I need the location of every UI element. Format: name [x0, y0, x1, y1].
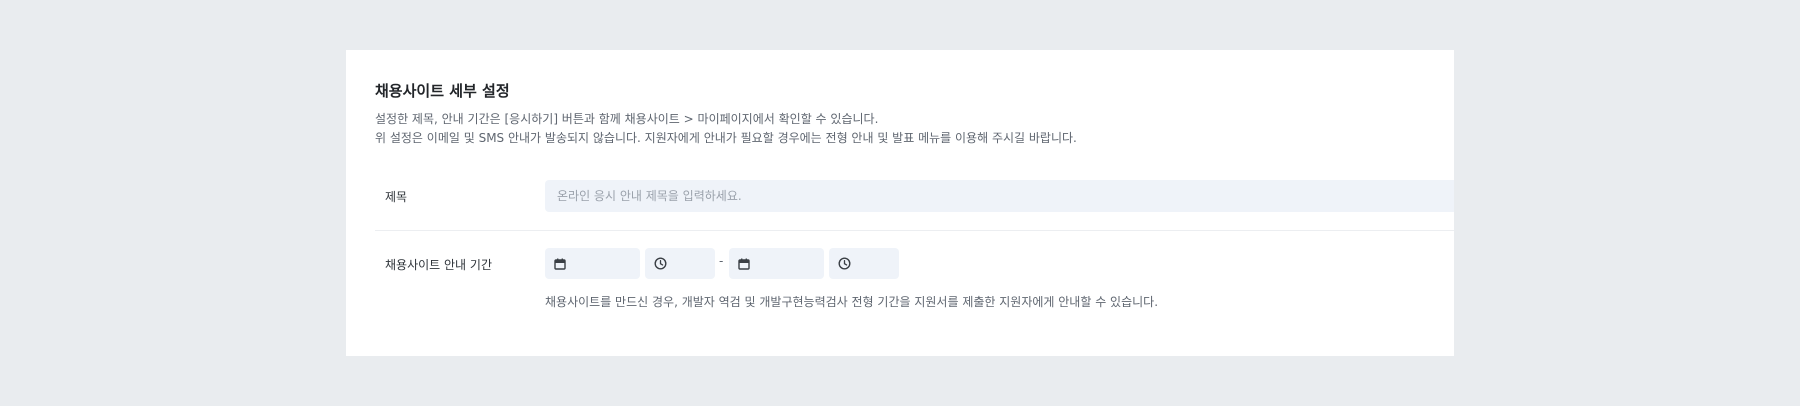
period-hint: 채용사이트를 만드신 경우, 개발자 역검 및 개발구현능력검사 전형 기간을 …: [545, 295, 1159, 309]
section-description-line2: 위 설정은 이메일 및 SMS 안내가 발송되지 않습니다. 지원자에게 안내가…: [375, 131, 1077, 145]
clock-icon: [654, 257, 667, 270]
site-settings-card: 채용사이트 세부 설정 설정한 제목, 안내 기간은 [응시하기] 버튼과 함께…: [346, 50, 1454, 356]
row-divider: [375, 230, 1454, 231]
title-label: 제목: [385, 190, 408, 204]
section-description-line1: 설정한 제목, 안내 기간은 [응시하기] 버튼과 함께 채용사이트 > 마이페…: [375, 112, 879, 126]
clock-icon: [838, 257, 851, 270]
range-separator: -: [719, 254, 724, 268]
period-label: 채용사이트 안내 기간: [385, 258, 492, 272]
start-date-picker[interactable]: [545, 248, 640, 279]
end-date-picker[interactable]: [729, 248, 824, 279]
calendar-icon: [738, 258, 750, 270]
title-input[interactable]: [545, 180, 1454, 212]
section-title: 채용사이트 세부 설정: [375, 82, 510, 100]
start-time-picker[interactable]: [645, 248, 715, 279]
end-time-picker[interactable]: [829, 248, 899, 279]
calendar-icon: [554, 258, 566, 270]
